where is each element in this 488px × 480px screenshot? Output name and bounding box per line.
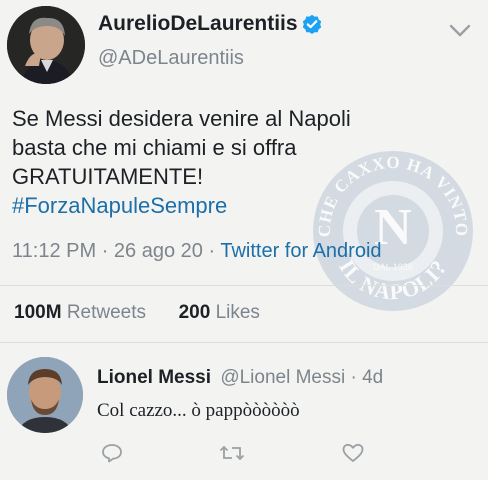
tweet-text: Se Messi desidera venire al Napoli basta… [12,104,351,220]
tweet-stats: 100M Retweets 200 Likes [14,302,260,324]
retweets-count: 100M [14,302,62,323]
tweet-source-link[interactable]: Twitter for Android [220,240,381,262]
likes-label: Likes [215,302,260,323]
chevron-down-icon[interactable] [447,22,473,40]
reply-age[interactable]: 4d [362,367,383,388]
author-avatar[interactable] [7,6,85,84]
verified-badge-icon [302,14,322,34]
meta-separator: · [350,367,357,388]
retweets-label: Retweets [66,302,147,323]
reply-author-avatar[interactable] [7,357,83,433]
reply-icon[interactable] [100,442,124,464]
divider [0,342,488,343]
likes-count: 200 [178,302,211,323]
divider [0,285,488,286]
retweets-stat[interactable]: 100M Retweets [14,302,151,323]
heart-icon[interactable] [341,442,365,464]
reply-author-name[interactable]: Lionel Messi [97,367,211,388]
reply-text: Col cazzo... ò pappòòòòòò [97,400,300,421]
reply-header: Lionel Messi @Lionel Messi · 4d [97,367,383,389]
likes-stat[interactable]: 200 Likes [179,302,260,323]
tweet-text-line: Se Messi desidera venire al Napoli [12,106,351,131]
svg-text:DAL 1926: DAL 1926 [373,262,413,272]
retweet-icon[interactable] [217,442,247,464]
tweet-text-line: basta che mi chiami e si offra [12,135,297,160]
tweet-time[interactable]: 11:12 PM [12,240,96,262]
tweet-text-line: GRATUITAMENTE! [12,164,204,189]
meta-separator: · [101,240,109,262]
meta-separator: · [208,240,216,262]
author-handle[interactable]: @ADeLaurentiis [98,47,244,70]
tweet-meta: 11:12 PM · 26 ago 20 · Twitter for Andro… [12,240,382,263]
tweet-date[interactable]: 26 ago 20 [114,240,203,262]
reply-author-handle[interactable]: @Lionel Messi [220,367,345,388]
hashtag-link[interactable]: #ForzaNapuleSempre [12,191,351,220]
author-name[interactable]: AurelioDeLaurentiis [98,12,298,36]
